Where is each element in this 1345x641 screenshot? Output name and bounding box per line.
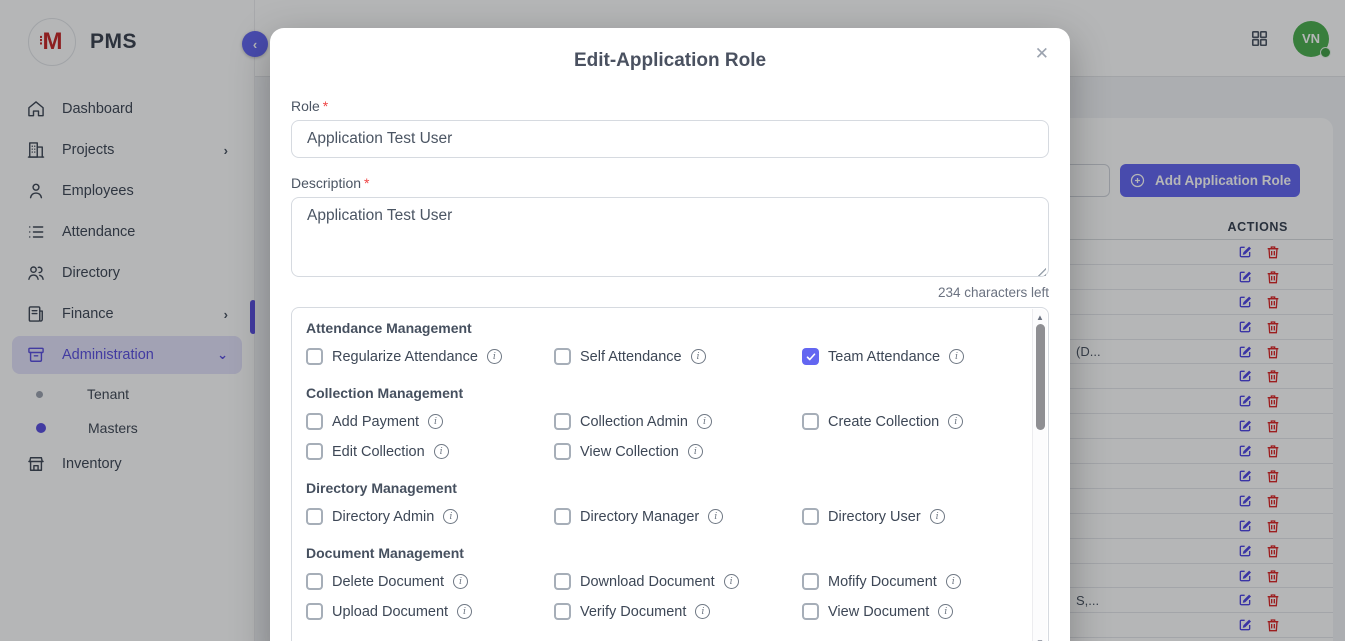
permission-item-directory-user: Directory User i (802, 508, 1048, 525)
permission-section: Collection ManagementAdd PaymentiCollect… (306, 385, 1018, 460)
permission-label: Delete Document (332, 574, 444, 590)
edit-application-role-modal: ✕ Edit-Application Role Role* Descriptio… (270, 28, 1070, 641)
permission-item-self-attendance: Self Attendance i (554, 348, 802, 365)
permission-item-regularize-attendance: Regularize Attendance i (306, 348, 554, 365)
info-icon[interactable]: i (708, 509, 723, 524)
description-label: Description* (291, 175, 1049, 191)
characters-left-counter: 234 characters left (291, 285, 1049, 300)
checkbox-regularize-attendance[interactable] (306, 348, 323, 365)
checkbox-upload-document[interactable] (306, 603, 323, 620)
checkbox-create-collection[interactable] (802, 413, 819, 430)
permission-label: Mofify Document (828, 574, 937, 590)
checkbox-view-collection[interactable] (554, 443, 571, 460)
info-icon[interactable]: i (948, 414, 963, 429)
checkbox-download-document[interactable] (554, 573, 571, 590)
checkbox-verify-document[interactable] (554, 603, 571, 620)
checkbox-self-attendance[interactable] (554, 348, 571, 365)
info-icon[interactable]: i (688, 444, 703, 459)
permission-grid: Regularize Attendance i Self Attendance i Te… (306, 348, 1018, 365)
permission-item-edit-collection: Edit Collection i (306, 443, 554, 460)
permission-label: Download Document (580, 574, 715, 590)
info-icon[interactable]: i (428, 414, 443, 429)
permission-item-view-document: View Document i (802, 603, 1048, 620)
modal-title: Edit-Application Role (291, 50, 1049, 72)
permission-label: Self Attendance (580, 349, 682, 365)
checkbox-mofify-document[interactable] (802, 573, 819, 590)
info-icon[interactable]: i (487, 349, 502, 364)
permission-item-verify-document: Verify Document i (554, 603, 802, 620)
permission-label: Add Payment (332, 414, 419, 430)
scroll-up-icon[interactable]: ▲ (1033, 313, 1047, 322)
permission-grid: Delete DocumentiDownload DocumentiMofify… (306, 573, 1018, 620)
permission-section: Directory ManagementDirectory AdminiDire… (306, 480, 1018, 525)
role-input[interactable] (291, 120, 1049, 158)
permission-label: View Document (828, 604, 929, 620)
permissions-list: Attendance Management Regularize Attendan… (292, 308, 1048, 641)
permission-item-download-document: Download Document i (554, 573, 802, 590)
scrollbar-thumb[interactable] (1036, 324, 1045, 430)
info-icon[interactable]: i (453, 574, 468, 589)
info-icon[interactable]: i (691, 349, 706, 364)
checkbox-directory-admin[interactable] (306, 508, 323, 525)
permission-label: Upload Document (332, 604, 448, 620)
permission-grid: Directory AdminiDirectory ManageriDirect… (306, 508, 1018, 525)
permission-item-directory-admin: Directory Admin i (306, 508, 554, 525)
checkbox-add-payment[interactable] (306, 413, 323, 430)
checkbox-view-document[interactable] (802, 603, 819, 620)
section-title: Document Management (306, 545, 1018, 561)
permission-label: Regularize Attendance (332, 349, 478, 365)
permission-label: Collection Admin (580, 414, 688, 430)
info-icon[interactable]: i (946, 574, 961, 589)
info-icon[interactable]: i (938, 604, 953, 619)
info-icon[interactable]: i (457, 604, 472, 619)
section-title: Attendance Management (306, 320, 1018, 336)
checkbox-collection-admin[interactable] (554, 413, 571, 430)
info-icon[interactable]: i (949, 349, 964, 364)
required-asterisk: * (364, 175, 369, 191)
permission-item-delete-document: Delete Document i (306, 573, 554, 590)
permission-label: View Collection (580, 444, 679, 460)
permission-item-view-collection: View Collection i (554, 443, 802, 460)
info-icon[interactable]: i (443, 509, 458, 524)
checkbox-team-attendance[interactable] (802, 348, 819, 365)
permissions-box: Attendance Management Regularize Attendan… (291, 307, 1049, 641)
permission-label: Team Attendance (828, 349, 940, 365)
permission-label: Create Collection (828, 414, 939, 430)
permission-item-mofify-document: Mofify Document i (802, 573, 1048, 590)
permission-section: Attendance Management Regularize Attendan… (306, 320, 1018, 365)
checkbox-directory-user[interactable] (802, 508, 819, 525)
checkbox-directory-manager[interactable] (554, 508, 571, 525)
checkbox-edit-collection[interactable] (306, 443, 323, 460)
description-textarea[interactable]: Application Test User (291, 197, 1049, 277)
permission-label: Edit Collection (332, 444, 425, 460)
section-title: Directory Management (306, 480, 1018, 496)
permission-item-add-payment: Add Payment i (306, 413, 554, 430)
info-icon[interactable]: i (724, 574, 739, 589)
permission-label: Directory Admin (332, 509, 434, 525)
info-icon[interactable]: i (697, 414, 712, 429)
section-title: Collection Management (306, 385, 1018, 401)
close-icon[interactable]: ✕ (1031, 41, 1053, 66)
permission-section: Document ManagementDelete DocumentiDownl… (306, 545, 1018, 620)
permission-label: Directory Manager (580, 509, 699, 525)
permission-label: Directory User (828, 509, 921, 525)
permission-item-directory-manager: Directory Manager i (554, 508, 802, 525)
checkbox-delete-document[interactable] (306, 573, 323, 590)
modal-scrollbar[interactable]: ▲ ▼ (1032, 309, 1047, 641)
permission-label: Verify Document (580, 604, 686, 620)
required-asterisk: * (323, 98, 328, 114)
info-icon[interactable]: i (930, 509, 945, 524)
permission-item-create-collection: Create Collection i (802, 413, 1048, 430)
info-icon[interactable]: i (695, 604, 710, 619)
permission-grid: Add PaymentiCollection AdminiCreate Coll… (306, 413, 1018, 460)
permission-item-team-attendance: Team Attendance i (802, 348, 1048, 365)
permission-item-collection-admin: Collection Admin i (554, 413, 802, 430)
permission-item-upload-document: Upload Document i (306, 603, 554, 620)
role-label: Role* (291, 98, 1049, 114)
info-icon[interactable]: i (434, 444, 449, 459)
